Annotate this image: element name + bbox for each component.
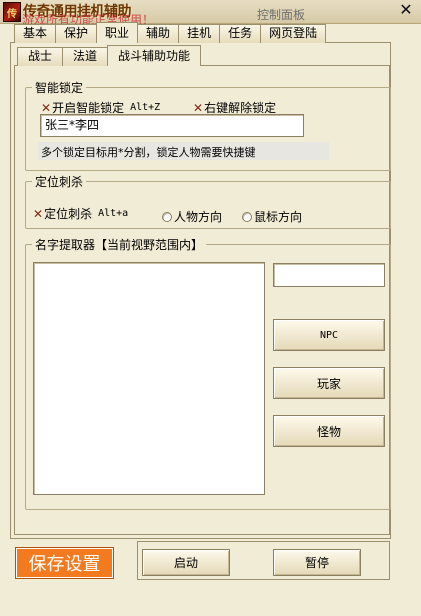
pause-button[interactable]: 暂停 [273,549,361,576]
close-button[interactable]: ✕ [396,1,416,19]
name-list[interactable] [33,262,265,495]
position-kill-hotkey: Alt+a [98,208,129,219]
tab-quest[interactable]: 任务 [219,24,262,43]
lock-targets-input[interactable]: 张三*李四 [40,114,304,137]
radio-circle-icon [162,211,172,222]
character-direction-label: 人物方向 [174,210,223,224]
tab-assist[interactable]: 辅助 [137,24,180,43]
checkbox-checked-icon: ✕ [33,206,44,221]
tab-protect[interactable]: 保护 [55,24,98,43]
smart-lock-hotkey: Alt+Z [130,102,161,113]
position-kill-label: 定位刺杀 [44,207,93,221]
lock-targets-hint: 多个锁定目标用*分割，锁定人物需要快捷键 [38,142,329,160]
tab-basic[interactable]: 基本 [14,24,57,43]
window-title: 控制面板 [257,8,306,22]
checkbox-checked-icon: ✕ [41,100,52,115]
name-extractor-legend: 名字提取器【当前视野范围内】 [35,238,204,252]
subtab-combat-assist[interactable]: 战斗辅助功能 [107,45,202,66]
start-button[interactable]: 启动 [142,549,230,576]
position-kill-checkbox[interactable]: ✕ 定位刺杀 Alt+a [33,205,128,222]
extract-monster-button[interactable]: 怪物 [273,415,385,447]
app-logo-icon: 传 [3,2,21,22]
subtab-warrior[interactable]: 战士 [17,47,64,66]
character-direction-radio[interactable]: 人物方向 [162,208,222,225]
checkbox-checked-icon: ✕ [193,100,204,115]
tab-afk[interactable]: 挂机 [178,24,221,43]
mouse-direction-label: 鼠标方向 [254,210,303,224]
extract-player-button[interactable]: 玩家 [273,367,385,399]
position-kill-legend: 定位刺杀 [35,175,84,189]
tab-class[interactable]: 职业 [96,22,139,43]
tab-web-login[interactable]: 网页登陆 [260,24,327,43]
save-settings-button[interactable]: 保存设置 [16,548,113,578]
sub-tab-bar: 战士 法道 战斗辅助功能 [17,45,202,66]
extract-npc-button[interactable]: NPC [273,319,385,351]
main-tab-bar: 基本 保护 职业 辅助 挂机 任务 网页登陆 [14,22,327,43]
subtab-mage-taoist[interactable]: 法道 [62,47,109,66]
radio-circle-icon [242,211,252,222]
name-filter-input[interactable] [273,263,385,287]
smart-lock-legend: 智能锁定 [35,81,84,95]
title-bar: 传 传奇通用挂机辅助 游戏所有功能正常使用！ 控制面板 ✕ [0,0,421,24]
mouse-direction-radio[interactable]: 鼠标方向 [242,208,302,225]
